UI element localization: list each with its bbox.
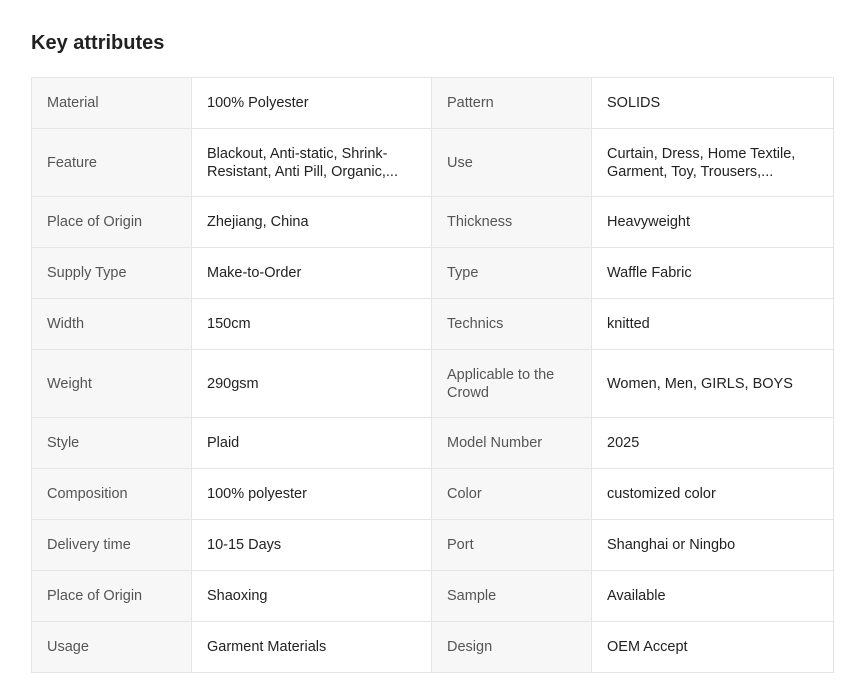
table-row: Place of Origin Shaoxing Sample Availabl… <box>31 570 834 622</box>
table-row: Style Plaid Model Number 2025 <box>31 417 834 469</box>
attribute-value-cell: Curtain, Dress, Home Textile, Garment, T… <box>591 128 834 197</box>
attribute-value: Available <box>591 570 834 622</box>
attribute-name: Model Number <box>431 417 592 469</box>
attribute-value: Make-to-Order <box>191 247 432 299</box>
attribute-value: Women, Men, GIRLS, BOYS <box>591 349 834 418</box>
attribute-value: Heavyweight <box>591 196 834 248</box>
table-row: Feature Blackout, Anti-static, Shrink-Re… <box>31 128 834 197</box>
table-row: Place of Origin Zhejiang, China Thicknes… <box>31 196 834 248</box>
attribute-name: Thickness <box>431 196 592 248</box>
attribute-name: Use <box>431 128 592 197</box>
table-row: Material 100% Polyester Pattern SOLIDS <box>31 77 834 129</box>
attribute-name: Place of Origin <box>31 570 192 622</box>
table-row: Width 150cm Technics knitted <box>31 298 834 350</box>
table-row: Delivery time 10-15 Days Port Shanghai o… <box>31 519 834 571</box>
table-row: Weight 290gsm Applicable to the Crowd Wo… <box>31 349 834 418</box>
attribute-name: Design <box>431 621 592 673</box>
attribute-name: Supply Type <box>31 247 192 299</box>
attribute-value: 150cm <box>191 298 432 350</box>
attribute-name: Place of Origin <box>31 196 192 248</box>
attributes-table: Material 100% Polyester Pattern SOLIDS F… <box>31 77 834 673</box>
attribute-value: Plaid <box>191 417 432 469</box>
attribute-value: Waffle Fabric <box>591 247 834 299</box>
table-row: Composition 100% polyester Color customi… <box>31 468 834 520</box>
table-row: Supply Type Make-to-Order Type Waffle Fa… <box>31 247 834 299</box>
attribute-value: 100% polyester <box>191 468 432 520</box>
attribute-value: Blackout, Anti-static, Shrink-Resistant,… <box>207 145 398 180</box>
attribute-name: Sample <box>431 570 592 622</box>
attribute-name: Feature <box>31 128 192 197</box>
attribute-value: SOLIDS <box>591 77 834 129</box>
attribute-name: Technics <box>431 298 592 350</box>
attribute-name: Port <box>431 519 592 571</box>
attribute-name: Usage <box>31 621 192 673</box>
table-row: Usage Garment Materials Design OEM Accep… <box>31 621 834 673</box>
attribute-name: Color <box>431 468 592 520</box>
attribute-value: 2025 <box>591 417 834 469</box>
attribute-value: Shaoxing <box>191 570 432 622</box>
attribute-name: Pattern <box>431 77 592 129</box>
attribute-name: Style <box>31 417 192 469</box>
attribute-value: 290gsm <box>191 349 432 418</box>
attribute-name: Type <box>431 247 592 299</box>
attribute-value: customized color <box>591 468 834 520</box>
attribute-value: Garment Materials <box>191 621 432 673</box>
attribute-value: knitted <box>591 298 834 350</box>
attribute-value-cell: Blackout, Anti-static, Shrink-Resistant,… <box>191 128 432 197</box>
attribute-value: 100% Polyester <box>191 77 432 129</box>
attribute-value: Zhejiang, China <box>191 196 432 248</box>
attribute-name: Width <box>31 298 192 350</box>
key-attributes-section: Key attributes Material 100% Polyester P… <box>0 0 858 693</box>
attribute-name: Material <box>31 77 192 129</box>
section-title: Key attributes <box>31 32 165 54</box>
attribute-name: Applicable to the Crowd <box>431 349 592 418</box>
attribute-value: Shanghai or Ningbo <box>591 519 834 571</box>
attribute-value: OEM Accept <box>591 621 834 673</box>
attribute-value: Curtain, Dress, Home Textile, Garment, T… <box>607 145 796 180</box>
attribute-value: 10-15 Days <box>191 519 432 571</box>
attribute-name: Delivery time <box>31 519 192 571</box>
attribute-name: Weight <box>31 349 192 418</box>
attribute-name: Composition <box>31 468 192 520</box>
